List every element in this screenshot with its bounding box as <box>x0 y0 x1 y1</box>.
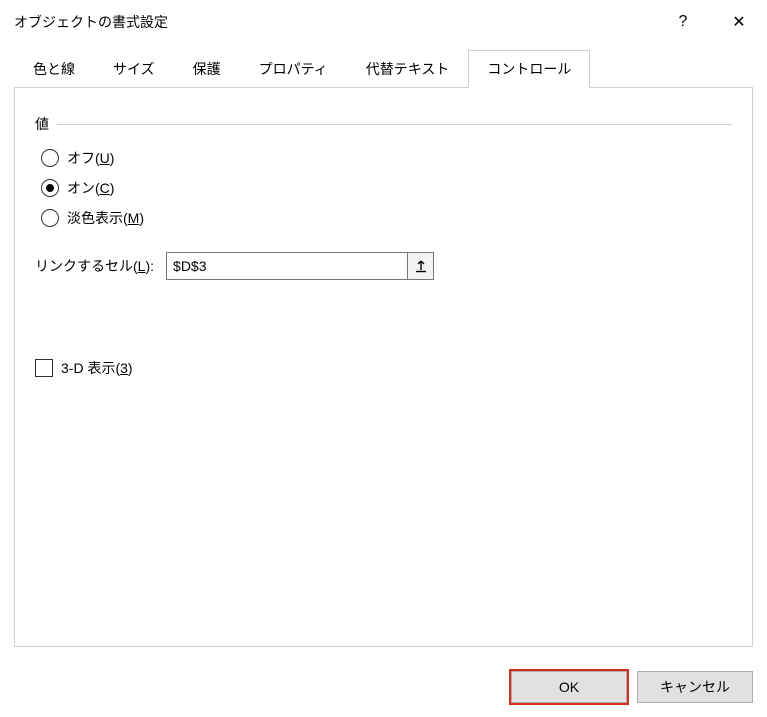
group-divider <box>57 124 732 125</box>
tab-label: コントロール <box>487 61 571 77</box>
tab-size[interactable]: サイズ <box>94 50 174 88</box>
checkbox-icon <box>35 359 53 377</box>
link-cell-label: リンクするセル(L): <box>35 256 154 276</box>
tab-protection[interactable]: 保護 <box>174 50 240 88</box>
tab-control[interactable]: コントロール <box>468 50 590 88</box>
help-icon: ? <box>679 13 688 31</box>
tab-color-lines[interactable]: 色と線 <box>14 50 94 88</box>
tab-strip: 色と線 サイズ 保護 プロパティ 代替テキスト コントロール <box>14 50 753 88</box>
ok-button[interactable]: OK <box>511 671 627 703</box>
checkbox-3d-shading[interactable]: 3-D 表示(3) <box>35 358 732 378</box>
radio-mixed[interactable]: 淡色表示(M) <box>41 208 732 228</box>
cell-reference-input[interactable] <box>167 253 407 279</box>
radio-icon <box>41 149 59 167</box>
checkbox-label: 3-D 表示(3) <box>61 358 133 378</box>
radio-label: オフ(U) <box>67 148 114 168</box>
radio-label: オン(C) <box>67 178 114 198</box>
cancel-button[interactable]: キャンセル <box>637 671 753 703</box>
tab-label: 代替テキスト <box>366 61 450 77</box>
tab-label: 保護 <box>193 61 221 77</box>
close-icon: ✕ <box>732 12 745 32</box>
cell-reference-input-wrap <box>166 252 434 280</box>
tab-label: 色と線 <box>33 61 75 77</box>
link-cell-row: リンクするセル(L): <box>35 252 732 280</box>
value-group: 値 オフ(U) オン(C) 淡色表示(M) <box>23 114 732 228</box>
tab-properties[interactable]: プロパティ <box>240 50 347 88</box>
group-title: 値 <box>35 114 57 134</box>
radio-on[interactable]: オン(C) <box>41 178 732 198</box>
radio-off[interactable]: オフ(U) <box>41 148 732 168</box>
tab-label: プロパティ <box>259 61 328 77</box>
radio-icon <box>41 209 59 227</box>
radio-icon <box>41 179 59 197</box>
tab-panel-control: 値 オフ(U) オン(C) 淡色表示(M) リンクするセル(L): <box>14 87 753 647</box>
button-label: OK <box>559 679 579 695</box>
help-button[interactable]: ? <box>655 0 711 44</box>
dialog-title: オブジェクトの書式設定 <box>14 12 655 32</box>
titlebar: オブジェクトの書式設定 ? ✕ <box>0 0 767 44</box>
tab-label: サイズ <box>113 61 155 77</box>
close-button[interactable]: ✕ <box>711 0 767 44</box>
dialog-footer: OK キャンセル <box>511 671 753 703</box>
radio-label: 淡色表示(M) <box>67 208 144 228</box>
collapse-dialog-button[interactable] <box>407 253 433 279</box>
button-label: キャンセル <box>660 679 730 695</box>
group-header: 値 <box>23 114 732 134</box>
tab-alt-text[interactable]: 代替テキスト <box>347 50 469 88</box>
collapse-dialog-icon <box>415 259 427 273</box>
